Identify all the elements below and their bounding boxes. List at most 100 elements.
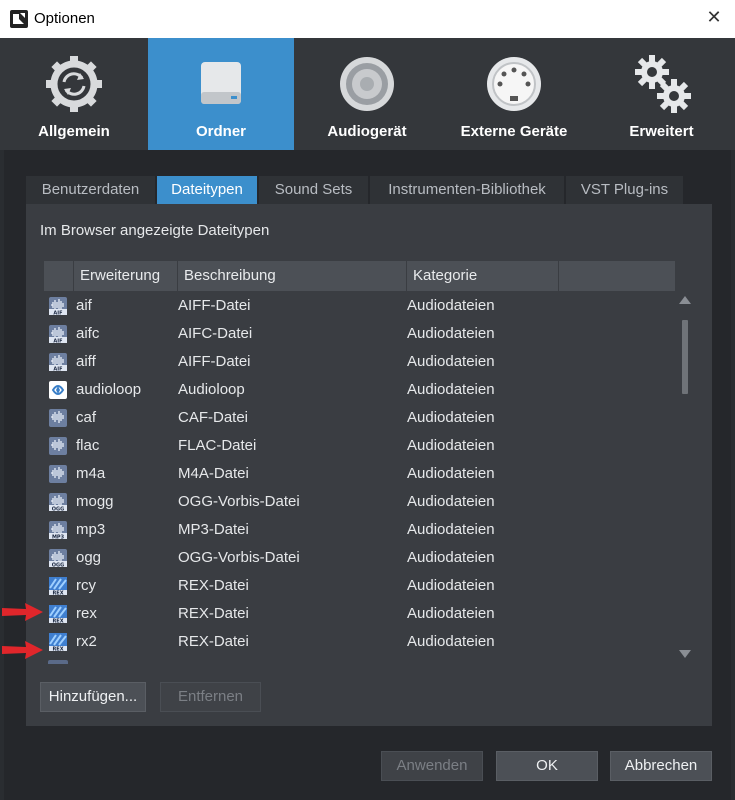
cell-category: Audiodateien: [407, 577, 495, 594]
column-header-beschreibung[interactable]: Beschreibung: [177, 261, 406, 291]
svg-text:OGG: OGG: [52, 507, 64, 513]
table-row[interactable]: OGG mogg OGG-Vorbis-Datei Audiodateien: [44, 488, 675, 516]
table-row[interactable]: REX rcy REX-Datei Audiodateien: [44, 572, 675, 600]
speaker-icon: [340, 57, 394, 111]
cell-extension: audioloop: [76, 381, 142, 398]
sync-gear-icon: [46, 56, 102, 112]
tab-vst-plugins[interactable]: VST Plug-ins: [566, 176, 684, 204]
drive-icon: [201, 62, 241, 104]
cell-category: Audiodateien: [407, 633, 495, 650]
tab-benutzerdaten[interactable]: Benutzerdaten: [26, 176, 156, 204]
cell-category: Audiodateien: [407, 437, 495, 454]
cell-extension: mp3: [76, 521, 106, 538]
cell-category: Audiodateien: [407, 493, 495, 510]
audio-file-icon: [49, 465, 67, 483]
table-row[interactable]: MP3 mp3 MP3-Datei Audiodateien: [44, 516, 675, 544]
cell-extension: rx2: [76, 633, 97, 650]
tab-dateitypen[interactable]: Dateitypen: [157, 176, 258, 204]
svg-text:AIF: AIF: [53, 311, 62, 317]
table-row[interactable]: m4a M4A-Datei Audiodateien: [44, 460, 675, 488]
window-title: Optionen: [34, 10, 95, 27]
vertical-scrollbar[interactable]: [676, 292, 694, 664]
category-externe-geraete[interactable]: Externe Geräte: [440, 38, 588, 150]
file-badge: OGG: [52, 507, 64, 513]
cancel-button[interactable]: Abbrechen: [610, 751, 712, 781]
cell-description: CAF-Datei: [178, 409, 249, 426]
title-bar: Optionen ✕: [0, 0, 735, 38]
table-row[interactable]: OGG ogg OGG-Vorbis-Datei Audiodateien: [44, 544, 675, 572]
cell-category: Audiodateien: [407, 381, 495, 398]
category-label: Erweitert: [629, 123, 694, 140]
file-badge: AIF: [53, 311, 62, 317]
svg-text:OGG: OGG: [52, 563, 64, 569]
audio-file-icon: [49, 437, 67, 455]
table-row[interactable]: caf CAF-Datei Audiodateien: [44, 404, 675, 432]
cell-category: Audiodateien: [407, 549, 495, 566]
remove-button[interactable]: Entfernen: [160, 682, 261, 712]
red-arrow-icon: [2, 603, 43, 621]
cell-category: Audiodateien: [407, 325, 495, 342]
svg-text:AIF: AIF: [53, 367, 62, 373]
cell-description: AIFF-Datei: [178, 297, 251, 314]
file-badge: REX: [52, 619, 63, 625]
category-label: Ordner: [195, 123, 246, 140]
cell-description: AIFC-Datei: [178, 325, 253, 342]
red-arrow-icon: [2, 641, 43, 659]
cell-description: Audioloop: [178, 381, 245, 398]
cell-description: MP3-Datei: [178, 521, 249, 538]
audioloop-file-icon: [49, 381, 67, 399]
tab-sound-sets[interactable]: Sound Sets: [259, 176, 369, 204]
scroll-thumb[interactable]: [682, 320, 688, 394]
table-row[interactable]: REX rx2 REX-Datei Audiodateien: [44, 628, 675, 656]
table-row[interactable]: [44, 656, 675, 664]
file-badge: AIF: [53, 339, 62, 345]
column-header-icon[interactable]: [44, 261, 73, 291]
file-badge: REX: [52, 591, 63, 597]
cell-category: Audiodateien: [407, 465, 495, 482]
add-button[interactable]: Hinzufügen...: [40, 682, 146, 712]
table-row[interactable]: AIF aif AIFF-Datei Audiodateien: [44, 292, 675, 320]
svg-text:MP3: MP3: [52, 535, 65, 541]
app-icon: [10, 10, 28, 28]
svg-text:AIF: AIF: [53, 339, 62, 345]
file-types-list[interactable]: AIF aif AIFF-Datei Audiodateien AIF aifc AIFC-…: [44, 292, 675, 664]
file-badge: MP3: [52, 535, 65, 541]
table-header: Erweiterung Beschreibung Kategorie: [44, 261, 675, 291]
file-badge: OGG: [52, 563, 64, 569]
file-badge: REX: [52, 647, 63, 653]
svg-text:REX: REX: [52, 647, 63, 653]
table-row[interactable]: AIF aiff AIFF-Datei Audiodateien: [44, 348, 675, 376]
category-erweitert[interactable]: Erweitert: [588, 38, 735, 150]
cell-description: FLAC-Datei: [178, 437, 257, 454]
category-allgemein[interactable]: Allgemein: [0, 38, 148, 150]
svg-text:REX: REX: [52, 591, 63, 597]
cell-category: Audiodateien: [407, 353, 495, 370]
scroll-up-icon[interactable]: [679, 296, 691, 304]
table-row[interactable]: audioloop Audioloop Audiodateien: [44, 376, 675, 404]
category-toolbar: Allgemein Ordner Audiogerät Externe Gerä…: [0, 38, 735, 150]
cell-category: Audiodateien: [407, 605, 495, 622]
category-ordner[interactable]: Ordner: [148, 38, 294, 150]
table-row[interactable]: REX rex REX-Datei Audiodateien: [44, 600, 675, 628]
cell-category: Audiodateien: [407, 521, 495, 538]
cell-description: OGG-Vorbis-Datei: [178, 493, 300, 510]
cell-extension: aifc: [76, 325, 100, 342]
scroll-down-icon[interactable]: [679, 650, 691, 658]
table-row[interactable]: AIF aifc AIFC-Datei Audiodateien: [44, 320, 675, 348]
cell-extension: caf: [76, 409, 97, 426]
file-badge: AIF: [53, 367, 62, 373]
cell-description: AIFF-Datei: [178, 353, 251, 370]
audio-file-icon: [48, 660, 68, 664]
column-header-empty: [558, 261, 675, 291]
column-header-kategorie[interactable]: Kategorie: [406, 261, 558, 291]
cell-description: REX-Datei: [178, 633, 249, 650]
column-header-erweiterung[interactable]: Erweiterung: [73, 261, 177, 291]
close-icon[interactable]: ✕: [705, 7, 723, 29]
ok-button[interactable]: OK: [496, 751, 598, 781]
apply-button[interactable]: Anwenden: [381, 751, 483, 781]
cell-description: OGG-Vorbis-Datei: [178, 549, 300, 566]
table-row[interactable]: flac FLAC-Datei Audiodateien: [44, 432, 675, 460]
cell-extension: mogg: [76, 493, 114, 510]
category-audiogeraet[interactable]: Audiogerät: [294, 38, 440, 150]
tab-instrumenten-bibliothek[interactable]: Instrumenten-Bibliothek: [370, 176, 565, 204]
